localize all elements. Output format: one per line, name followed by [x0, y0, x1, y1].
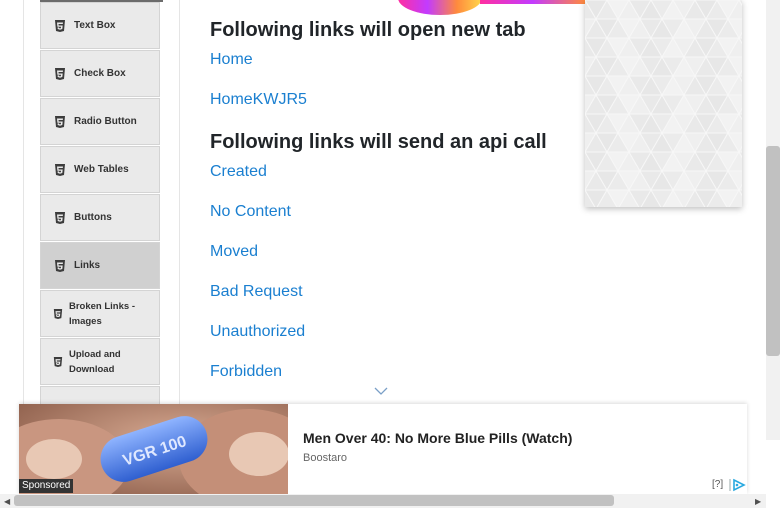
sidebar-item-label: Text Box	[74, 20, 116, 31]
link-no-content[interactable]: No Content	[210, 203, 291, 221]
sidebar-item-text-box[interactable]: Text Box	[40, 2, 160, 49]
html5-icon	[54, 19, 66, 32]
link-forbidden[interactable]: Forbidden	[210, 363, 282, 381]
ad-title[interactable]: Men Over 40: No More Blue Pills (Watch)	[303, 430, 572, 446]
link-moved[interactable]: Moved	[210, 243, 258, 261]
sidebar-item-label: Links	[74, 260, 101, 271]
chevron-down-icon[interactable]	[373, 385, 389, 397]
link-created[interactable]: Created	[210, 163, 267, 181]
sidebar-item-broken-links-images[interactable]: Broken Links - Images	[40, 290, 160, 337]
link-unauthorized[interactable]: Unauthorized	[210, 323, 305, 341]
sidebar-item-check-box[interactable]: Check Box	[40, 50, 160, 97]
sidebar-item-label: Broken Links - Images	[69, 300, 135, 327]
scroll-left-arrow-icon[interactable]: ◀	[4, 497, 10, 506]
sidebar-item-label: Web Tables	[74, 164, 129, 175]
horizontal-scrollbar-thumb[interactable]	[14, 495, 614, 506]
html5-icon	[54, 259, 66, 272]
triangle-pattern	[585, 0, 742, 207]
sidebar-item-label: Upload and Download	[69, 348, 121, 375]
link-home[interactable]: Home	[210, 51, 253, 69]
html5-icon	[54, 115, 66, 128]
ad-help-link[interactable]: [?]	[712, 479, 723, 490]
html5-icon	[54, 163, 66, 176]
link-home-dynamic[interactable]: HomeKWJR5	[210, 91, 307, 109]
sponsored-label: Sponsored	[19, 479, 74, 493]
html5-icon	[53, 308, 63, 319]
link-bad-request[interactable]: Bad Request	[210, 283, 303, 301]
scroll-right-arrow-icon[interactable]: ▶	[755, 497, 761, 506]
adchoices-icon[interactable]	[729, 478, 747, 492]
html5-icon	[54, 67, 66, 80]
sidebar-item-radio-button[interactable]: Radio Button	[40, 98, 160, 145]
vertical-scrollbar-thumb[interactable]	[766, 146, 780, 356]
sidebar-item-label: Buttons	[74, 212, 112, 223]
sidebar-item-upload-and-download[interactable]: Upload and Download	[40, 338, 160, 385]
ad-source[interactable]: Boostaro	[303, 452, 347, 464]
sidebar-item-label: Radio Button	[74, 116, 137, 127]
sidebar-item-label: Check Box	[74, 68, 126, 79]
sidebar-item-buttons[interactable]: Buttons	[40, 194, 160, 241]
sidebar-item-links[interactable]: Links	[40, 242, 160, 289]
heading-new-tab: Following links will open new tab	[210, 19, 526, 41]
side-ad-card[interactable]	[585, 0, 742, 207]
heading-api-call: Following links will send an api call	[210, 131, 547, 153]
html5-icon	[53, 356, 63, 367]
sidebar-item-web-tables[interactable]: Web Tables	[40, 146, 160, 193]
html5-icon	[54, 211, 66, 224]
